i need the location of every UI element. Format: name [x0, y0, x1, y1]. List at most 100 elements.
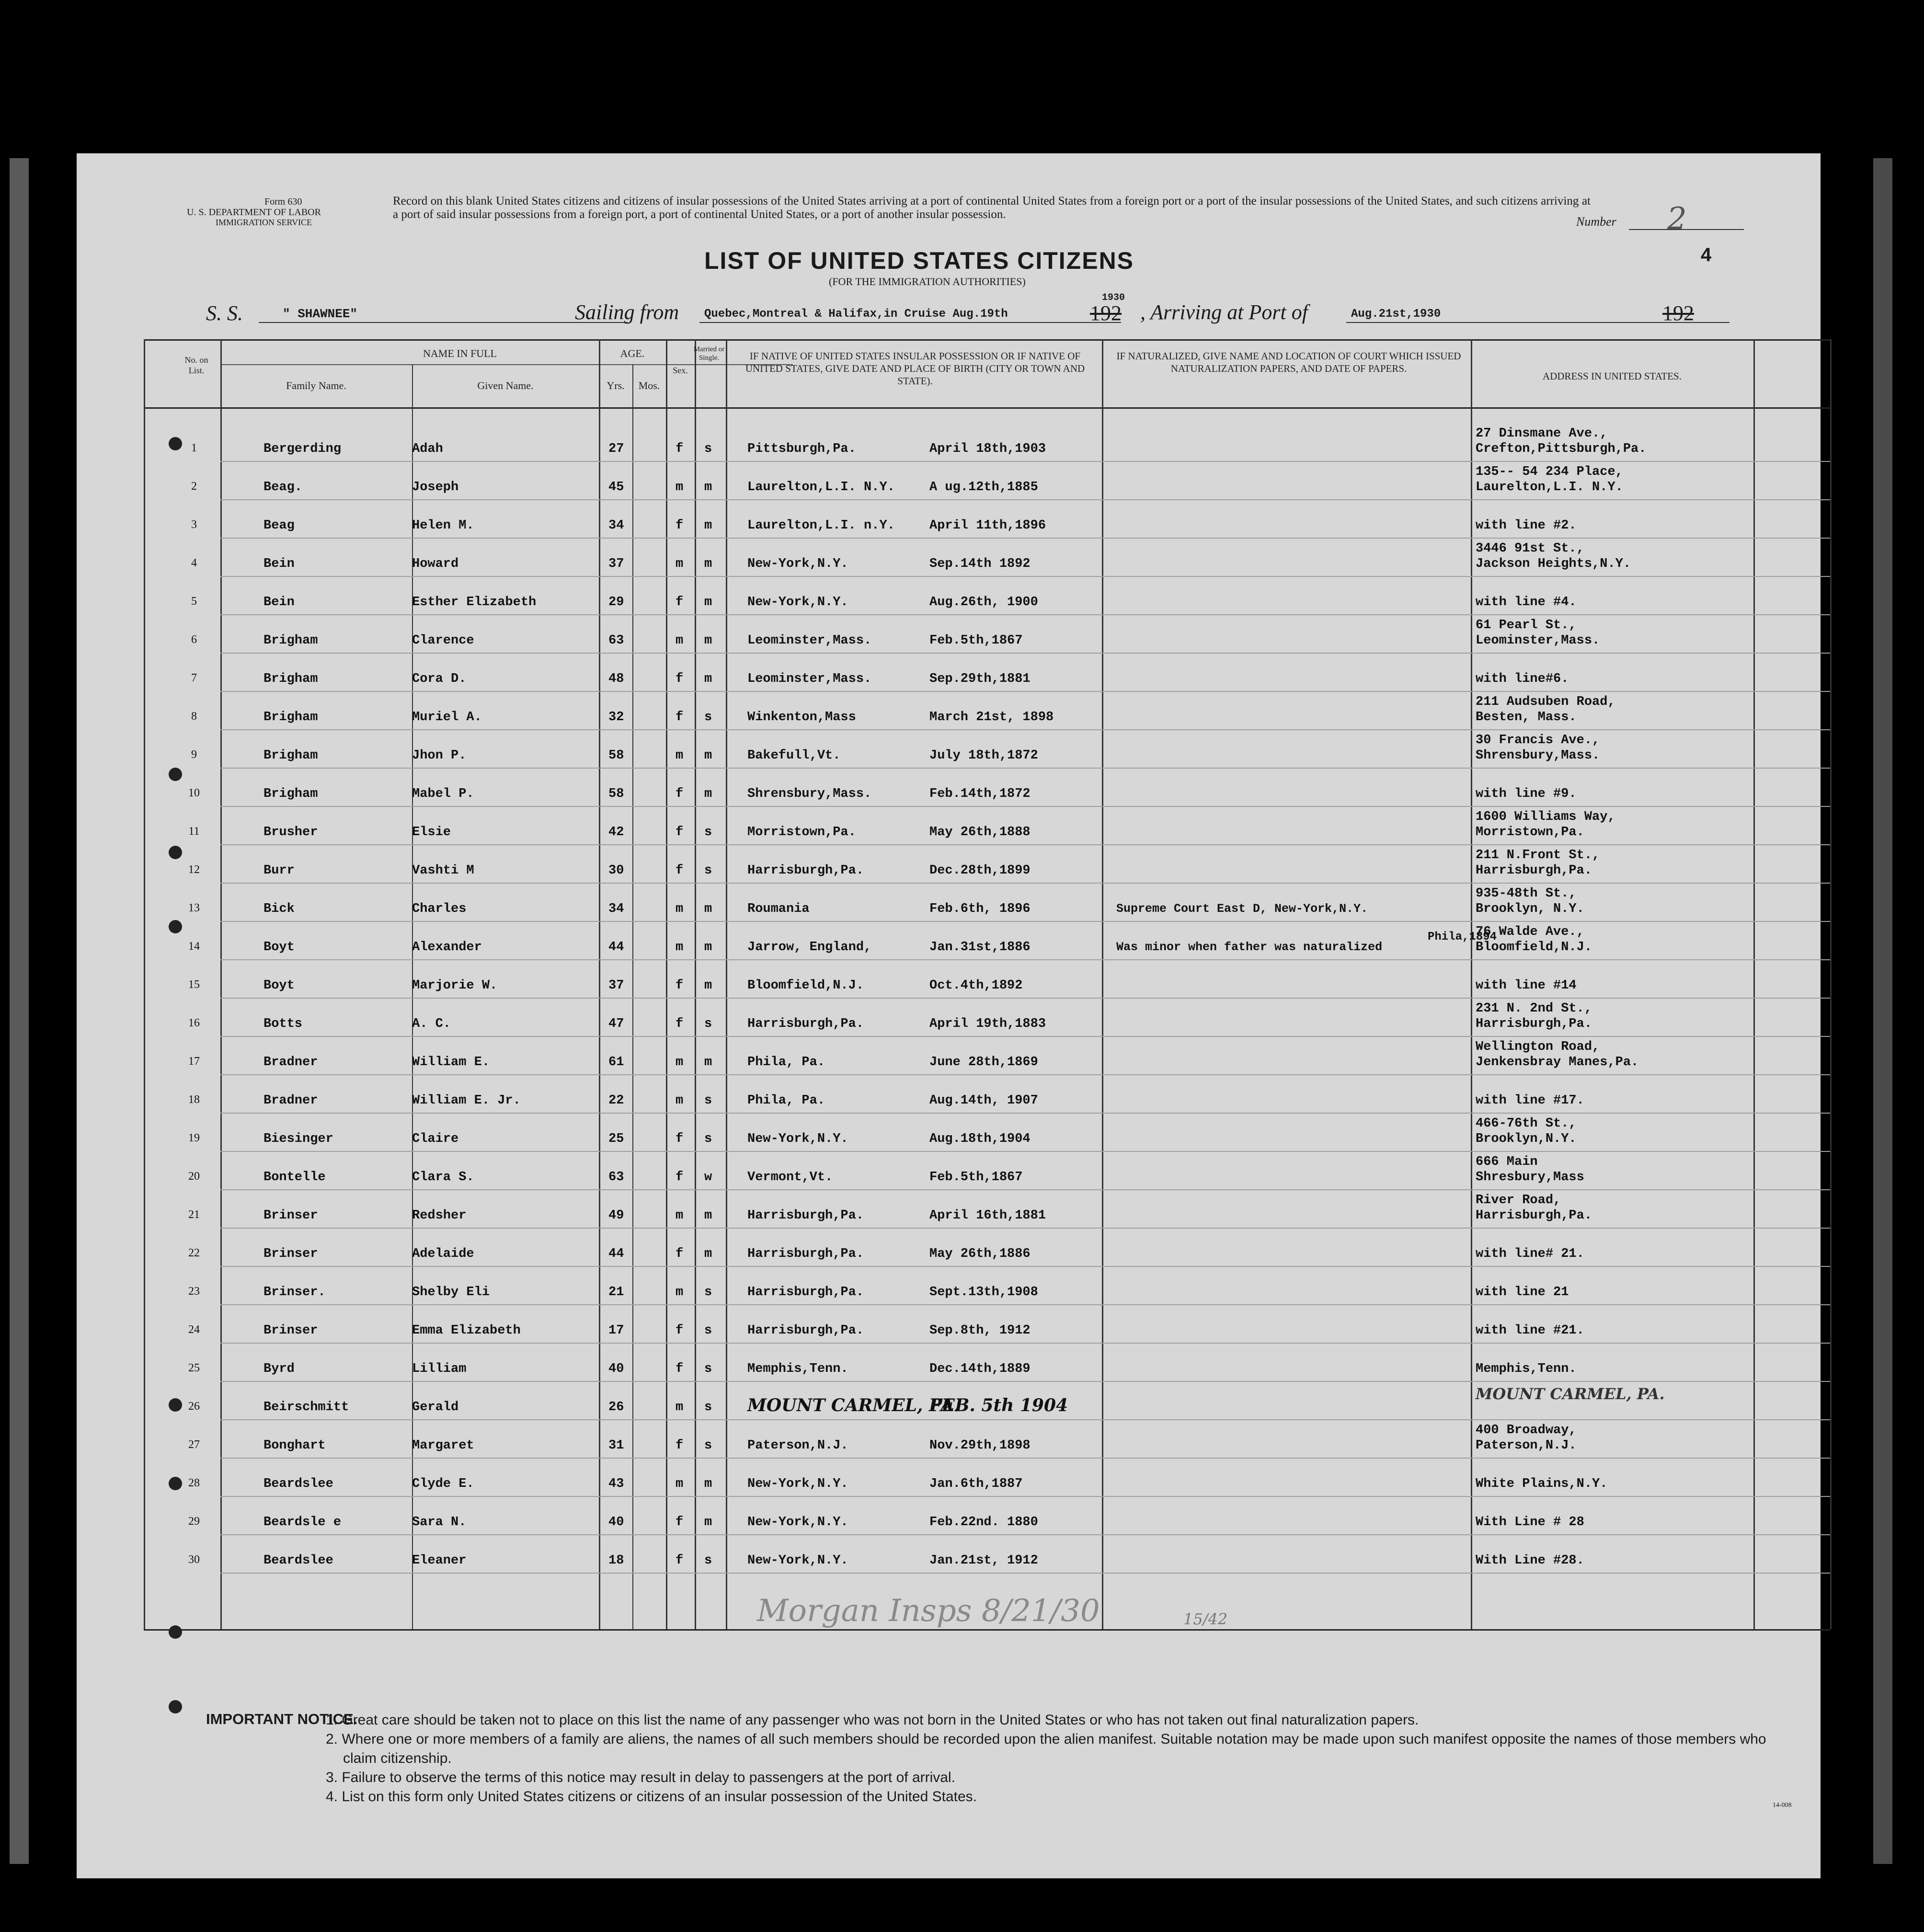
birth-place: Phila, Pa. [747, 1055, 825, 1070]
given-name: Charles [412, 902, 467, 916]
age-years: 42 [608, 825, 624, 840]
given-name: William E. Jr. [412, 1093, 521, 1108]
sex: f [676, 1017, 684, 1031]
family-name: Brinser [263, 1247, 318, 1261]
naturalization-place-date: Phila,1894 [1428, 931, 1497, 943]
family-name: Beirschmitt [263, 1400, 349, 1414]
marital-status: s [704, 1285, 712, 1300]
col-address-right [1753, 339, 1755, 1629]
sex: m [676, 748, 684, 763]
marital-status: m [704, 940, 712, 954]
header-no: No. on List. [184, 355, 208, 375]
row-rule [220, 1228, 1830, 1229]
row-rule [220, 959, 1830, 960]
sex: f [676, 595, 684, 610]
age-years: 21 [608, 1285, 624, 1300]
address-line-1: 3446 91st St., [1476, 541, 1584, 556]
name-subheader-rule [220, 364, 793, 365]
col-given-right [599, 339, 600, 1629]
given-name: Margaret [412, 1438, 474, 1453]
age-years: 37 [608, 978, 624, 993]
given-name: Lilliam [412, 1362, 467, 1376]
family-name: Brigham [263, 710, 318, 724]
birth-place: Leominster,Mass. [747, 672, 872, 686]
sex: f [676, 863, 684, 878]
age-years: 63 [608, 633, 624, 648]
birth-date: May 26th,1888 [929, 825, 1031, 840]
marital-status: m [704, 902, 712, 916]
punch-hole [169, 1477, 182, 1490]
row-number: 5 [191, 595, 197, 608]
age-years: 34 [608, 518, 624, 533]
address-line-1: 135-- 54 234 Place, [1476, 465, 1623, 479]
age-years: 32 [608, 710, 624, 724]
birth-place: Paterson,N.J. [747, 1438, 848, 1453]
signature-fraction: 15/42 [1183, 1610, 1228, 1628]
sex: m [676, 480, 684, 494]
family-name: Brigham [263, 633, 318, 648]
birth-place: Laurelton,L.I. n.Y. [747, 518, 895, 533]
row-rule [220, 538, 1830, 539]
family-name: Bontelle [263, 1170, 326, 1184]
footer-code: 14-008 [1773, 1802, 1792, 1809]
ss-label: S. S. [206, 301, 243, 325]
sailing-from: Quebec,Montreal & Halifax,in Cruise Aug.… [704, 308, 1008, 321]
row-rule [220, 806, 1830, 807]
address-line-2: Jackson Heights,N.Y. [1476, 557, 1631, 571]
row-number: 9 [191, 748, 197, 761]
address-line-2: with line #2. [1476, 518, 1577, 533]
birth-date: Jan.21st, 1912 [929, 1553, 1038, 1568]
row-rule [220, 844, 1830, 845]
header-sex: Sex. [673, 366, 688, 375]
sex: m [676, 557, 684, 571]
row-rule [220, 1534, 1830, 1535]
birth-date: Oct.4th,1892 [929, 978, 1023, 993]
birth-date: July 18th,1872 [929, 748, 1038, 763]
birth-place: New-York,N.Y. [747, 557, 848, 571]
row-rule [220, 1189, 1830, 1190]
address-line-2: Crefton,Pittsburgh,Pa. [1476, 442, 1647, 456]
family-name: Brusher [263, 825, 318, 840]
address-line-2: with line #21. [1476, 1323, 1584, 1338]
row-number: 23 [188, 1285, 200, 1298]
birth-place: Bloomfield,N.J. [747, 978, 864, 993]
age-years: 48 [608, 672, 624, 686]
age-years: 45 [608, 480, 624, 494]
age-years: 26 [608, 1400, 624, 1414]
family-name: Boyt [263, 940, 295, 954]
address-line-2: with line #4. [1476, 595, 1577, 610]
row-number: 19 [188, 1132, 200, 1144]
header-name-in-full: NAME IN FULL [423, 347, 497, 359]
row-number: 18 [188, 1093, 200, 1106]
age-years: 29 [608, 595, 624, 610]
address-line-2: Leominster,Mass. [1476, 633, 1600, 648]
given-name: Elsie [412, 825, 451, 840]
age-years: 47 [608, 1017, 624, 1031]
row-rule [220, 1304, 1830, 1305]
age-years: 61 [608, 1055, 624, 1070]
col-right-edge [1830, 339, 1832, 1629]
punch-hole [169, 846, 182, 859]
birth-date: Sep.8th, 1912 [929, 1323, 1031, 1338]
address-line-1: 211 N.Front St., [1476, 848, 1600, 862]
family-name: Bergerding [263, 442, 342, 456]
marital-status: s [704, 1017, 712, 1031]
address-line-1: Wellington Road, [1476, 1040, 1600, 1054]
naturalization: Was minor when father was naturalized [1116, 940, 1383, 954]
row-rule [220, 998, 1830, 999]
age-years: 40 [608, 1515, 624, 1530]
row-rule [220, 1151, 1830, 1152]
birth-place: Harrisburgh,Pa. [747, 1208, 864, 1223]
birth-place: Leominster,Mass. [747, 633, 872, 648]
sex: f [676, 1247, 684, 1261]
sex: m [676, 1477, 684, 1491]
address-line-2: Brooklyn, N.Y. [1476, 902, 1584, 916]
header-naturalized: IF NATURALIZED, GIVE NAME AND LOCATION O… [1116, 350, 1461, 374]
row-rule [220, 691, 1830, 692]
sailing-underline [699, 322, 1121, 323]
sex: f [676, 1132, 684, 1146]
family-name: Brinser. [263, 1285, 326, 1300]
birth-date: Feb.14th,1872 [929, 787, 1031, 801]
row-number: 13 [188, 902, 200, 914]
row-number: 22 [188, 1247, 200, 1259]
